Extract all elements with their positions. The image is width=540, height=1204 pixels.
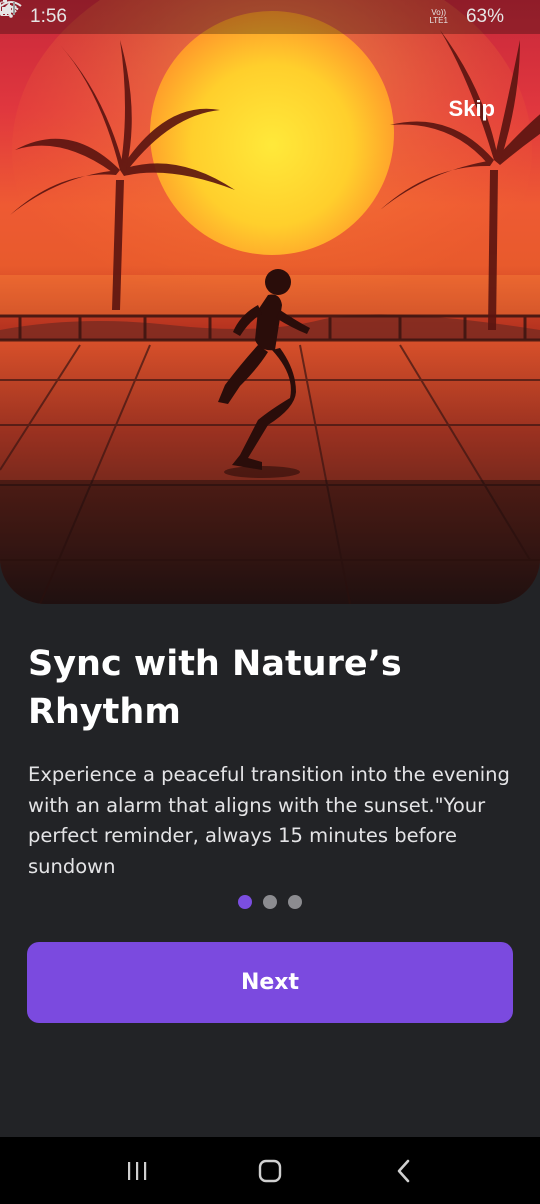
back-button[interactable] (373, 1146, 433, 1196)
page-indicator (0, 895, 540, 909)
page-dot[interactable] (288, 895, 302, 909)
home-button[interactable] (240, 1146, 300, 1196)
page-dot[interactable] (263, 895, 277, 909)
hero-image: 1:56 Vo)) LTE1 63% Skip (0, 0, 540, 604)
status-time: 1:56 (30, 6, 67, 27)
status-bar: 1:56 Vo)) LTE1 63% (0, 0, 540, 34)
recent-apps-icon (127, 1161, 146, 1180)
skip-button[interactable]: Skip (449, 96, 495, 122)
lte-label: LTE1 (429, 16, 448, 25)
home-icon (258, 1159, 282, 1182)
page-dot-active[interactable] (238, 895, 252, 909)
network-type-badge: Vo)) LTE1 (429, 9, 448, 25)
onboarding-description: Experience a peaceful transition into th… (28, 763, 510, 878)
status-icons: Vo)) LTE1 63% (0, 0, 510, 28)
onboarding-title: Sync with Nature’s Rhythm (28, 644, 402, 732)
recent-apps-button[interactable] (107, 1146, 167, 1196)
sunset-runner-illustration (0, 0, 540, 604)
back-icon (398, 1159, 410, 1182)
battery-percent: 63% (465, 6, 504, 27)
next-button[interactable]: Next (27, 942, 513, 1023)
system-nav-bar (0, 1137, 540, 1204)
onboarding-screen: 1:56 Vo)) LTE1 63% Skip Sync with Nature… (0, 0, 540, 1204)
